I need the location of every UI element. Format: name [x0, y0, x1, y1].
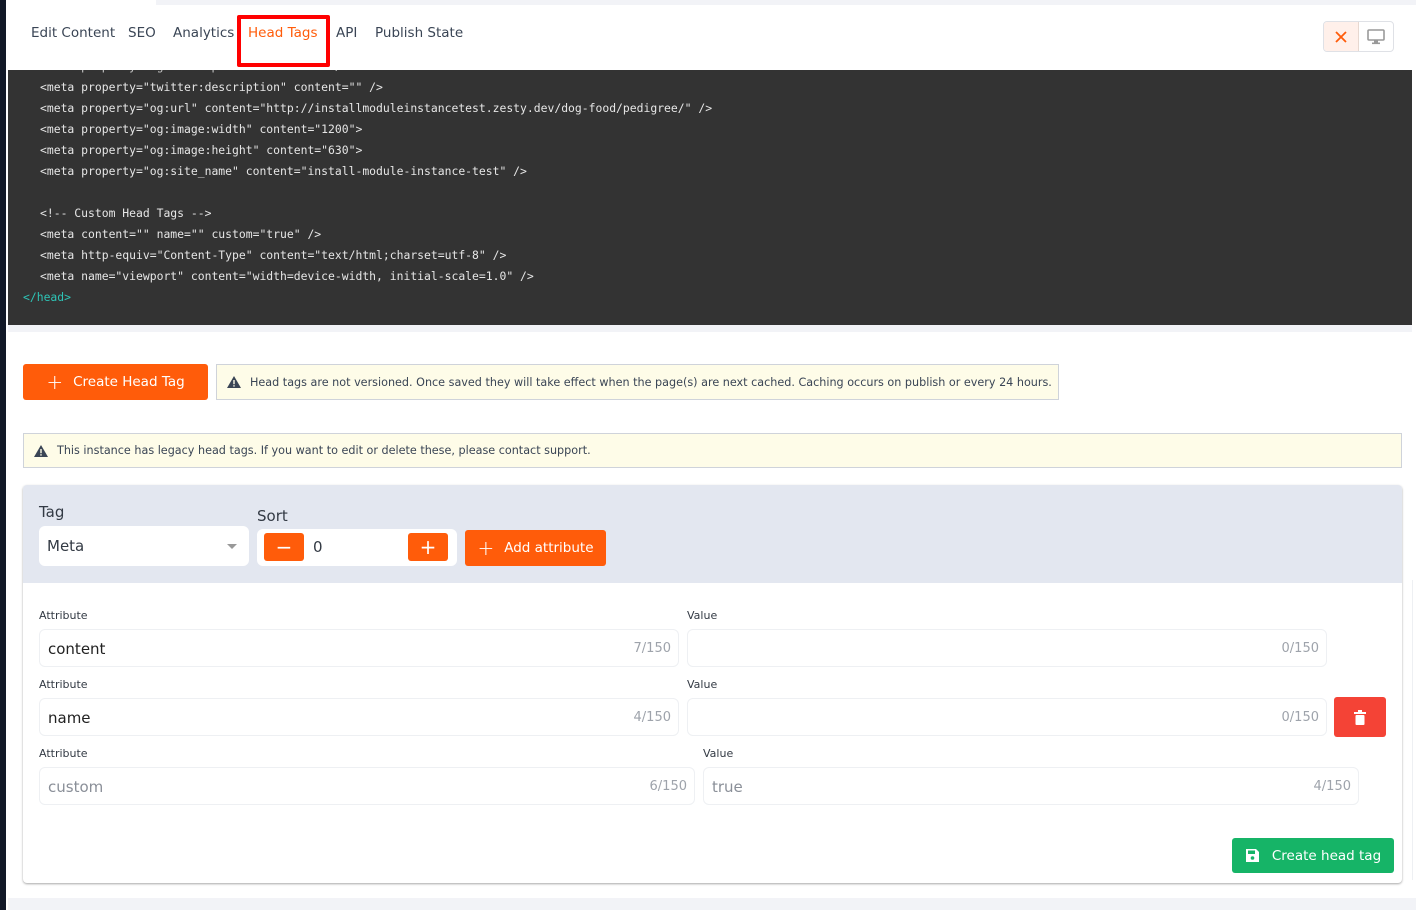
value-label: Value	[687, 609, 718, 622]
sort-increment-button[interactable]: +	[408, 533, 448, 561]
code-line: <meta content="" name="" custom="true" /…	[40, 227, 322, 241]
sort-label: Sort	[257, 507, 288, 525]
bottom-band	[8, 898, 1416, 910]
attribute-input: custom 6/150	[39, 767, 695, 805]
char-count: 4/150	[633, 710, 671, 725]
attribute-label: Attribute	[39, 678, 88, 691]
versioning-notice: Head tags are not versioned. Once saved …	[216, 364, 1059, 400]
attribute-input[interactable]: content 7/150	[39, 629, 679, 667]
create-head-tag-button[interactable]: + Create Head Tag	[23, 364, 208, 400]
attribute-label: Attribute	[39, 747, 88, 760]
char-count: 0/150	[1281, 710, 1319, 725]
warning-icon	[227, 376, 241, 388]
attribute-label: Attribute	[39, 609, 88, 622]
chevron-down-icon	[227, 544, 237, 549]
plus-icon: +	[477, 536, 495, 560]
code-line: <meta property="og:image:height" content…	[40, 143, 363, 157]
char-count: 6/150	[649, 779, 687, 794]
save-icon	[1245, 849, 1259, 862]
code-line: <meta property="og:image:width" content=…	[40, 122, 363, 136]
warning-icon	[34, 444, 48, 457]
value-input[interactable]: 0/150	[687, 698, 1327, 736]
tab-api[interactable]: API	[336, 25, 357, 41]
attribute-value: custom	[48, 778, 104, 796]
code-line: <meta property="twitter:description" con…	[40, 80, 383, 94]
attribute-input[interactable]: name 4/150	[39, 698, 679, 736]
value-label: Value	[703, 747, 734, 760]
legacy-notice-text: This instance has legacy head tags. If y…	[57, 444, 591, 457]
sort-input[interactable]: 0	[313, 538, 323, 556]
code-comment: <!-- Custom Head Tags -->	[40, 206, 212, 220]
legacy-notice: This instance has legacy head tags. If y…	[23, 433, 1402, 468]
code-line: <meta name="viewport" content="width=dev…	[40, 269, 534, 283]
code-line: <meta property="og:site_name" content="i…	[40, 164, 527, 178]
add-attribute-button[interactable]: + Add attribute	[465, 530, 606, 566]
view-toolbar	[1323, 21, 1394, 52]
code-preview-resize-bar[interactable]	[8, 325, 1412, 332]
tag-select[interactable]: Meta	[39, 526, 249, 566]
tag-label: Tag	[39, 503, 65, 521]
value-text: true	[712, 778, 743, 796]
create-head-tag-label: Create Head Tag	[73, 374, 185, 390]
char-count: 4/150	[1313, 779, 1351, 794]
tab-seo[interactable]: SEO	[128, 25, 156, 41]
close-icon	[1335, 30, 1347, 43]
trash-icon	[1354, 709, 1366, 725]
tab-edit-content[interactable]: Edit Content	[31, 25, 115, 41]
close-button[interactable]	[1324, 22, 1359, 51]
sort-decrement-button[interactable]: −	[264, 533, 304, 561]
tab-publish-state[interactable]: Publish State	[375, 25, 463, 41]
versioning-notice-text: Head tags are not versioned. Once saved …	[250, 375, 1052, 389]
code-line: <meta property="og:description" content=…	[40, 70, 349, 77]
form-header: Tag Meta Sort − 0 + + Add attribute	[23, 485, 1402, 583]
attribute-value: content	[48, 640, 106, 658]
char-count: 0/150	[1281, 641, 1319, 656]
head-tags-code-preview: <meta property="og:description" content=…	[8, 70, 1412, 325]
code-closing-tag: </head>	[23, 290, 72, 304]
code-line: <meta property="og:url" content="http://…	[40, 101, 713, 115]
tab-analytics[interactable]: Analytics	[173, 25, 234, 41]
sort-stepper: − 0 +	[257, 529, 457, 566]
create-head-tag-save-button[interactable]: Create head tag	[1232, 838, 1394, 873]
tab-bar: Edit Content SEO Analytics Head Tags API…	[6, 5, 1416, 70]
value-label: Value	[687, 678, 718, 691]
save-label: Create head tag	[1271, 847, 1382, 864]
add-attribute-label: Add attribute	[504, 540, 594, 556]
attribute-value: name	[48, 709, 91, 727]
head-tag-form: Tag Meta Sort − 0 + + Add attribute Attr…	[23, 485, 1402, 883]
highlight-box	[237, 15, 330, 67]
char-count: 7/150	[633, 641, 671, 656]
scroll-edge	[1412, 580, 1413, 880]
code-line: <meta http-equiv="Content-Type" content=…	[40, 248, 507, 262]
desktop-monitor-icon	[1366, 28, 1385, 44]
plus-icon: +	[46, 370, 64, 394]
value-input[interactable]: 0/150	[687, 629, 1327, 667]
sidebar-edge	[0, 0, 6, 910]
delete-attribute-button[interactable]	[1334, 697, 1386, 737]
value-input: true 4/150	[703, 767, 1359, 805]
tag-select-value: Meta	[47, 537, 85, 555]
preview-button[interactable]	[1359, 22, 1394, 51]
